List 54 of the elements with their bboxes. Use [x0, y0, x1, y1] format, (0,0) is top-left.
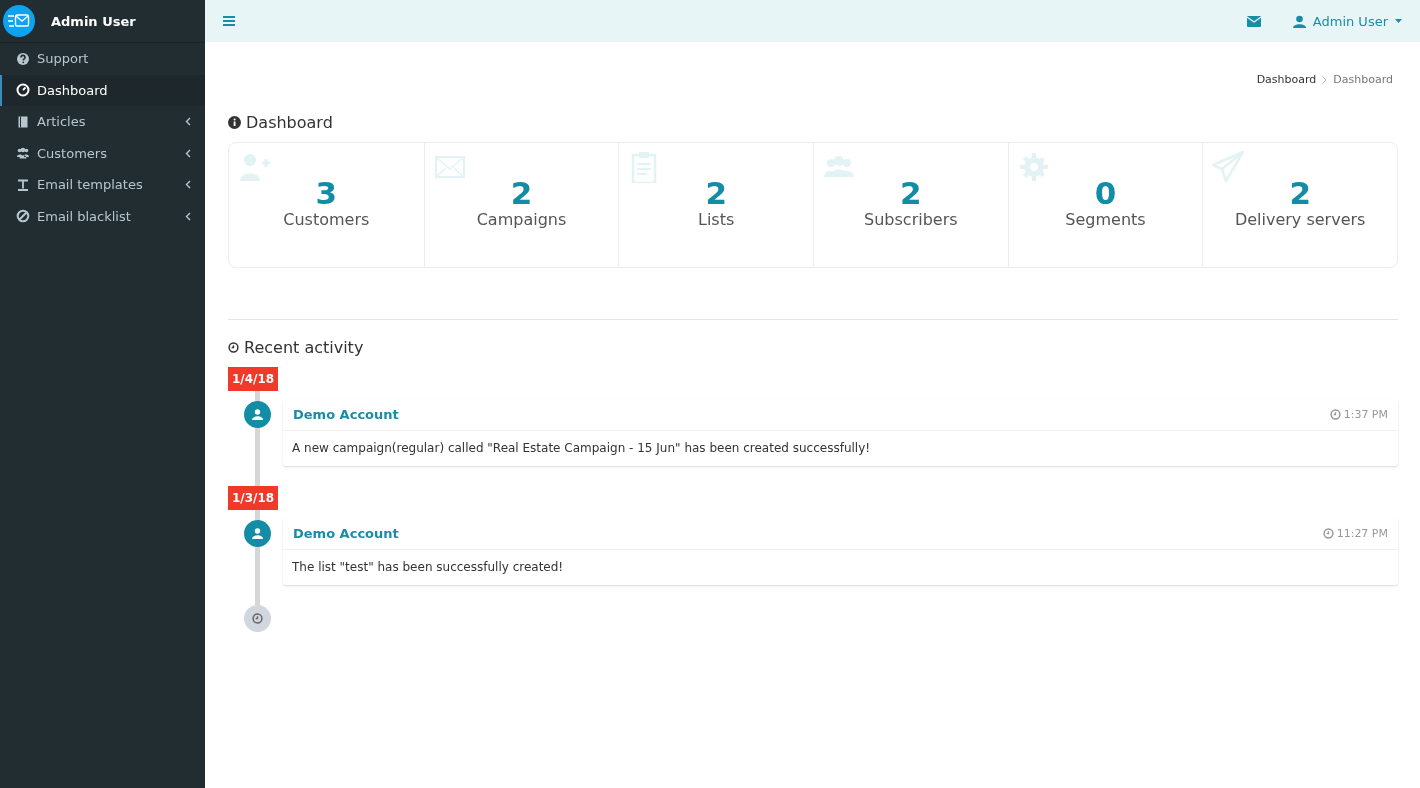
stat-value: 3 [315, 176, 338, 210]
ban-icon [16, 209, 30, 224]
activity-time: 11:27 PM [1322, 527, 1388, 540]
sidebar-item[interactable]: Dashboard [0, 74, 205, 106]
clock-icon [1329, 409, 1341, 420]
gauge-icon [16, 83, 30, 98]
activity-time: 1:37 PM [1329, 408, 1388, 421]
activity-message: The list "test" has been successfully created! [291, 559, 565, 576]
paper-plane-icon [1212, 151, 1245, 183]
stat-label: Subscribers [864, 210, 958, 229]
date-label: 1/4/18 [228, 367, 279, 391]
book-icon [16, 114, 30, 129]
date-label: 1/3/18 [228, 486, 279, 510]
section-title: Recent activity [244, 338, 364, 357]
activity-author[interactable]: Demo Account [293, 526, 1323, 541]
sidebar-item[interactable]: Email blacklist [0, 200, 205, 232]
clock-icon [1322, 528, 1334, 539]
logo-icon [3, 5, 35, 37]
user-avatar-icon [244, 520, 271, 547]
breadcrumb-link[interactable]: Dashboard [1256, 73, 1317, 86]
stat-label: Delivery servers [1234, 210, 1366, 229]
users-icon [16, 146, 30, 161]
activity-message: A new campaign(regular) called "Real Estate Campaign - 15 Jun" has been created successfully! [291, 440, 872, 457]
envelope-icon[interactable] [1246, 15, 1261, 27]
user-name: Admin User [51, 13, 136, 29]
sidebar-item[interactable]: Email templates [0, 169, 205, 201]
user-menu[interactable]: Admin User [1292, 13, 1402, 29]
stat-label: Customers [283, 210, 370, 229]
text-icon [16, 177, 30, 192]
stat-label: Segments [1065, 210, 1146, 229]
menu-icon[interactable] [223, 16, 235, 26]
stat-value: 2 [900, 176, 922, 210]
caret-icon [1395, 19, 1402, 23]
sidebar-item[interactable]: Support [0, 43, 205, 75]
stat-label: Lists [698, 210, 735, 229]
section-title: Dashboard [246, 113, 333, 132]
user-icon [1292, 14, 1306, 28]
gear-icon [1017, 151, 1050, 183]
breadcrumb-current: Dashboard [1333, 73, 1393, 86]
stat-value: 0 [1094, 176, 1117, 210]
user-avatar-icon [244, 401, 271, 428]
clock-small [252, 613, 263, 624]
help-icon [16, 51, 30, 66]
stat-value: 2 [705, 176, 727, 210]
activity-author[interactable]: Demo Account [293, 407, 1330, 422]
clock-icon [228, 342, 239, 353]
sidebar-item[interactable]: Customers [0, 137, 205, 169]
stat-value: 2 [510, 176, 533, 210]
stat-value: 2 [1289, 176, 1311, 210]
separator-icon [1322, 75, 1328, 84]
stat-label: Campaigns [476, 210, 567, 229]
user-plus-icon [238, 151, 270, 183]
sidebar-item[interactable]: Articles [0, 106, 205, 138]
info-icon [228, 116, 241, 129]
